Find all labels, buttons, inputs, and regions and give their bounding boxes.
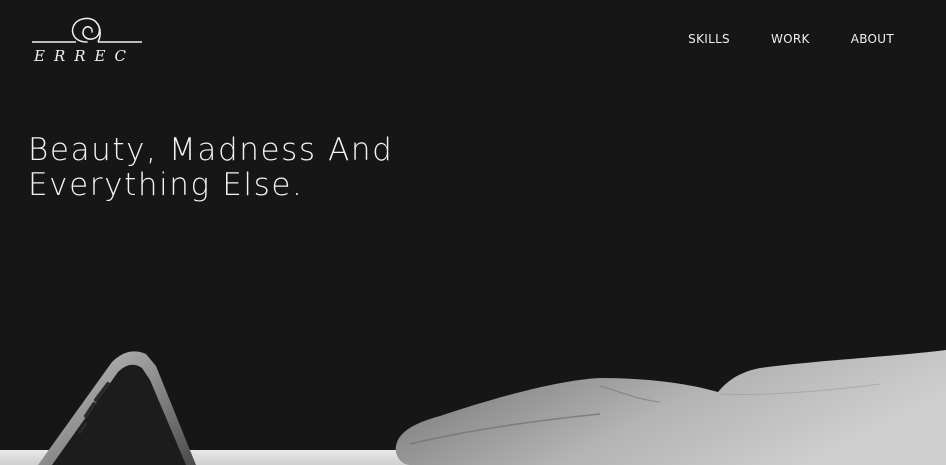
phone-shape: [38, 351, 196, 465]
hero-title-line-2: Everything Else.: [28, 167, 304, 203]
hand-shape: [395, 350, 946, 465]
hero-title-line-1: Beauty, Madness And: [28, 132, 394, 168]
hero-page: ERREC SKILLS WORK ABOUT Beauty, Madness …: [0, 0, 946, 465]
nav-item-skills[interactable]: SKILLS: [688, 30, 730, 48]
nav-item-about[interactable]: ABOUT: [851, 30, 894, 48]
spiral-logo-icon: [32, 17, 142, 43]
nav-item-work[interactable]: WORK: [771, 30, 810, 48]
hero-title: Beauty, Madness And Everything Else.: [28, 133, 468, 203]
main-nav: SKILLS WORK ABOUT: [688, 30, 894, 48]
logo-wordmark: ERREC: [34, 47, 135, 65]
site-logo[interactable]: ERREC: [30, 14, 144, 70]
